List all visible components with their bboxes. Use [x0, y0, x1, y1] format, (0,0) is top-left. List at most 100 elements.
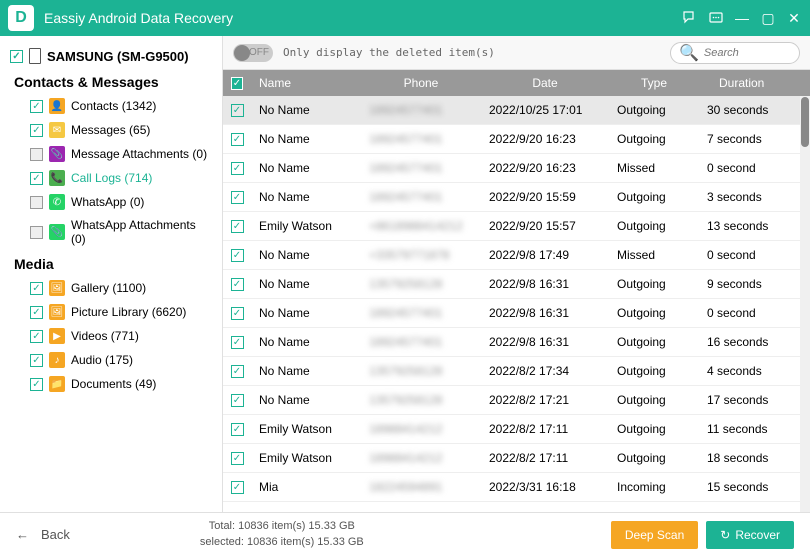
sidebar-item-contacts[interactable]: ✓👤Contacts (1342) [6, 94, 216, 118]
cell-type: Incoming [609, 480, 699, 494]
row-checkbox[interactable]: ✓ [231, 365, 244, 378]
search-input[interactable] [704, 47, 791, 59]
col-date[interactable]: Date [481, 76, 609, 90]
checkbox[interactable] [30, 196, 43, 209]
table-row[interactable]: ✓No Name+335797718782022/9/8 17:49Missed… [223, 241, 810, 270]
row-checkbox[interactable]: ✓ [231, 278, 244, 291]
deep-scan-button[interactable]: Deep Scan [611, 521, 698, 549]
sidebar-item-documents[interactable]: ✓📁Documents (49) [6, 372, 216, 396]
sidebar-item-videos[interactable]: ✓▶Videos (771) [6, 324, 216, 348]
scrollbar-thumb[interactable] [801, 97, 809, 147]
device-row[interactable]: ✓ SAMSUNG (SM-G9500) [6, 44, 216, 68]
cell-duration: 16 seconds [699, 335, 810, 349]
cell-type: Outgoing [609, 190, 699, 204]
table-row[interactable]: ✓Mia182245948912022/3/31 16:18Incoming15… [223, 473, 810, 502]
refresh-icon: ↻ [720, 528, 730, 542]
minimize-icon[interactable]: — [734, 10, 750, 26]
message-icon[interactable] [708, 10, 724, 26]
cell-name: No Name [251, 161, 361, 175]
table-row[interactable]: ✓Emily Watson+86189884142122022/9/20 15:… [223, 212, 810, 241]
table-row[interactable]: ✓No Name189245774012022/10/25 17:01Outgo… [223, 96, 810, 125]
sidebar-item-audio[interactable]: ✓♪Audio (175) [6, 348, 216, 372]
checkbox[interactable]: ✓ [30, 354, 43, 367]
cell-date: 2022/3/31 16:18 [481, 480, 609, 494]
sidebar-item-gallery[interactable]: ✓🖼Gallery (1100) [6, 276, 216, 300]
cell-type: Outgoing [609, 364, 699, 378]
row-checkbox[interactable]: ✓ [231, 423, 244, 436]
cell-date: 2022/9/8 17:49 [481, 248, 609, 262]
cell-date: 2022/8/2 17:11 [481, 422, 609, 436]
col-phone[interactable]: Phone [361, 76, 481, 90]
checkbox[interactable] [30, 226, 43, 239]
row-checkbox[interactable]: ✓ [231, 336, 244, 349]
cell-duration: 9 seconds [699, 277, 810, 291]
back-button[interactable]: ← Back [16, 527, 70, 542]
cell-date: 2022/8/2 17:11 [481, 451, 609, 465]
row-checkbox[interactable]: ✓ [231, 162, 244, 175]
cell-name: No Name [251, 190, 361, 204]
row-checkbox[interactable]: ✓ [231, 249, 244, 262]
table-row[interactable]: ✓Emily Watson189884142122022/8/2 17:11Ou… [223, 444, 810, 473]
table-row[interactable]: ✓No Name135792581282022/8/2 17:34Outgoin… [223, 357, 810, 386]
sidebar-item-call-logs[interactable]: ✓📞Call Logs (714) [6, 166, 216, 190]
checkbox[interactable]: ✓ [30, 378, 43, 391]
call-logs-icon: 📞 [49, 170, 65, 186]
checkbox[interactable]: ✓ [30, 282, 43, 295]
search-box[interactable]: 🔍 [670, 42, 800, 64]
table-row[interactable]: ✓No Name135792581282022/9/8 16:31Outgoin… [223, 270, 810, 299]
cell-phone: 18924577401 [361, 335, 481, 349]
cell-name: No Name [251, 248, 361, 262]
maximize-icon[interactable]: ▢ [760, 10, 776, 26]
recover-button[interactable]: ↻Recover [706, 521, 794, 549]
cell-type: Missed [609, 161, 699, 175]
row-checkbox[interactable]: ✓ [231, 452, 244, 465]
table-row[interactable]: ✓Emily Watson189884142122022/8/2 17:11Ou… [223, 415, 810, 444]
device-checkbox[interactable]: ✓ [10, 50, 23, 63]
deleted-filter-toggle[interactable]: OFF [233, 44, 273, 62]
row-checkbox[interactable]: ✓ [231, 481, 244, 494]
cell-name: No Name [251, 306, 361, 320]
cell-type: Outgoing [609, 103, 699, 117]
sidebar-item-msg-attach[interactable]: 📎Message Attachments (0) [6, 142, 216, 166]
cell-name: No Name [251, 364, 361, 378]
cell-date: 2022/9/8 16:31 [481, 277, 609, 291]
cell-date: 2022/8/2 17:34 [481, 364, 609, 378]
row-checkbox[interactable]: ✓ [231, 307, 244, 320]
checkbox[interactable]: ✓ [30, 100, 43, 113]
sidebar-item-whatsapp[interactable]: ✆WhatsApp (0) [6, 190, 216, 214]
sidebar-item-wa-attach[interactable]: 📎WhatsApp Attachments (0) [6, 214, 216, 250]
table-row[interactable]: ✓No Name189245774012022/9/20 16:23Outgoi… [223, 125, 810, 154]
cell-type: Missed [609, 248, 699, 262]
row-checkbox[interactable]: ✓ [231, 394, 244, 407]
col-duration[interactable]: Duration [699, 76, 810, 90]
table-row[interactable]: ✓No Name189245774012022/9/8 16:31Outgoin… [223, 299, 810, 328]
back-arrow-icon: ← [16, 527, 29, 542]
col-name[interactable]: Name [251, 76, 361, 90]
col-type[interactable]: Type [609, 76, 699, 90]
checkbox[interactable] [30, 148, 43, 161]
row-checkbox[interactable]: ✓ [231, 104, 244, 117]
close-icon[interactable]: ✕ [786, 10, 802, 26]
row-checkbox[interactable]: ✓ [231, 220, 244, 233]
cell-name: Emily Watson [251, 451, 361, 465]
table-row[interactable]: ✓No Name189245774012022/9/8 16:31Outgoin… [223, 328, 810, 357]
checkbox[interactable]: ✓ [30, 124, 43, 137]
checkbox[interactable]: ✓ [30, 330, 43, 343]
feedback-icon[interactable] [682, 10, 698, 26]
sidebar: ✓ SAMSUNG (SM-G9500) Contacts & Messages… [0, 36, 222, 512]
cell-name: No Name [251, 132, 361, 146]
row-checkbox[interactable]: ✓ [231, 191, 244, 204]
row-checkbox[interactable]: ✓ [231, 133, 244, 146]
table-row[interactable]: ✓No Name189245774012022/9/20 15:59Outgoi… [223, 183, 810, 212]
cell-type: Outgoing [609, 132, 699, 146]
scrollbar[interactable] [800, 96, 810, 512]
sidebar-item-messages[interactable]: ✓✉Messages (65) [6, 118, 216, 142]
table-row[interactable]: ✓No Name135792581282022/8/2 17:21Outgoin… [223, 386, 810, 415]
gallery-icon: 🖼 [49, 280, 65, 296]
checkbox[interactable]: ✓ [30, 172, 43, 185]
cell-name: No Name [251, 103, 361, 117]
sidebar-item-pic-lib[interactable]: ✓🖼Picture Library (6620) [6, 300, 216, 324]
checkbox[interactable]: ✓ [30, 306, 43, 319]
select-all-checkbox[interactable]: ✓ [231, 77, 243, 90]
table-row[interactable]: ✓No Name189245774012022/9/20 16:23Missed… [223, 154, 810, 183]
